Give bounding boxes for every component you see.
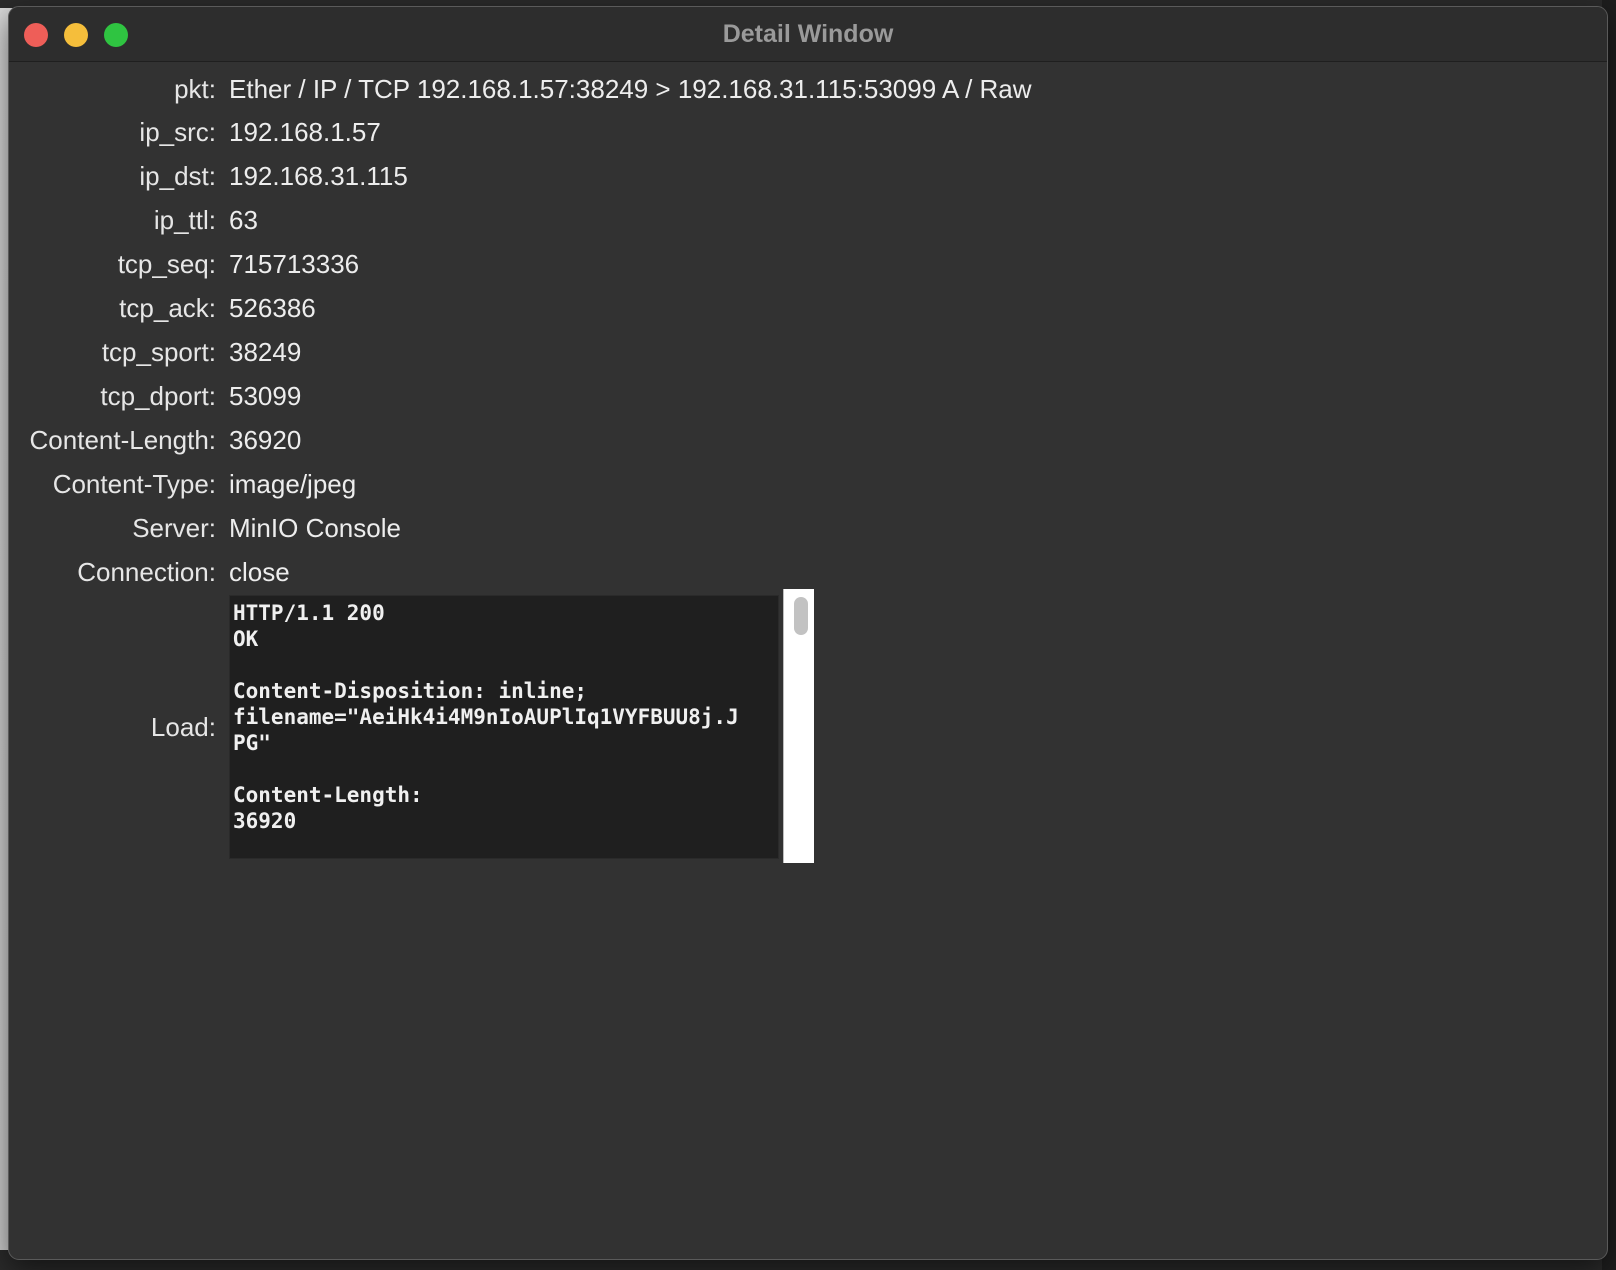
field-row-connection: Connection: close [9, 552, 1607, 592]
field-value: image/jpeg [229, 469, 357, 499]
load-label: Load: [150, 712, 216, 742]
field-label: Connection: [77, 557, 216, 587]
field-row-tcp-dport: tcp_dport: 53099 [9, 376, 1607, 416]
field-label: Server: [132, 513, 216, 543]
field-row-ip-src: ip_src: 192.168.1.57 [9, 112, 1607, 152]
field-value: 36920 [229, 425, 302, 455]
title-bar[interactable]: Detail Window [9, 7, 1607, 62]
field-value: 192.168.1.57 [229, 117, 381, 147]
field-row-tcp-ack: tcp_ack: 526386 [9, 288, 1607, 328]
load-text: HTTP/1.1 200 OK Content-Disposition: inl… [233, 601, 739, 833]
detail-window: Detail Window pkt: Ether / IP / TCP 192.… [8, 6, 1608, 1260]
window-title: Detail Window [722, 20, 894, 48]
field-label: ip_src: [139, 117, 216, 147]
load-text-area[interactable]: HTTP/1.1 200 OK Content-Disposition: inl… [229, 595, 779, 859]
field-label: ip_ttl: [153, 205, 216, 235]
field-row-tcp-seq: tcp_seq: 715713336 [9, 244, 1607, 284]
field-label: tcp_seq: [117, 249, 216, 279]
field-value: Ether / IP / TCP 192.168.1.57:38249 > 19… [229, 74, 1032, 104]
field-row-content-length: Content-Length: 36920 [9, 420, 1607, 460]
field-value: 38249 [229, 337, 302, 367]
scrollbar-thumb[interactable] [794, 597, 808, 635]
field-value: 192.168.31.115 [229, 161, 408, 191]
field-row-ip-dst: ip_dst: 192.168.31.115 [9, 156, 1607, 196]
field-label: pkt: [174, 74, 216, 104]
field-row-ip-ttl: ip_ttl: 63 [9, 200, 1607, 240]
field-label: tcp_sport: [101, 337, 216, 367]
load-scrollbar[interactable] [783, 589, 814, 863]
field-value: MinIO Console [229, 513, 401, 543]
field-row-tcp-sport: tcp_sport: 38249 [9, 332, 1607, 372]
field-value: 526386 [229, 293, 316, 323]
field-label: Content-Type: [52, 469, 216, 499]
field-value: close [229, 557, 290, 587]
field-label: tcp_dport: [100, 381, 216, 411]
field-row-server: Server: MinIO Console [9, 508, 1607, 548]
field-label: ip_dst: [139, 161, 216, 191]
field-label: tcp_ack: [119, 293, 216, 323]
field-value: 715713336 [229, 249, 360, 279]
field-value: 63 [229, 205, 258, 235]
field-label: Content-Length: [29, 425, 216, 455]
field-row-content-type: Content-Type: image/jpeg [9, 464, 1607, 504]
field-row-pkt: pkt: Ether / IP / TCP 192.168.1.57:38249… [9, 69, 1607, 109]
field-value: 53099 [229, 381, 302, 411]
